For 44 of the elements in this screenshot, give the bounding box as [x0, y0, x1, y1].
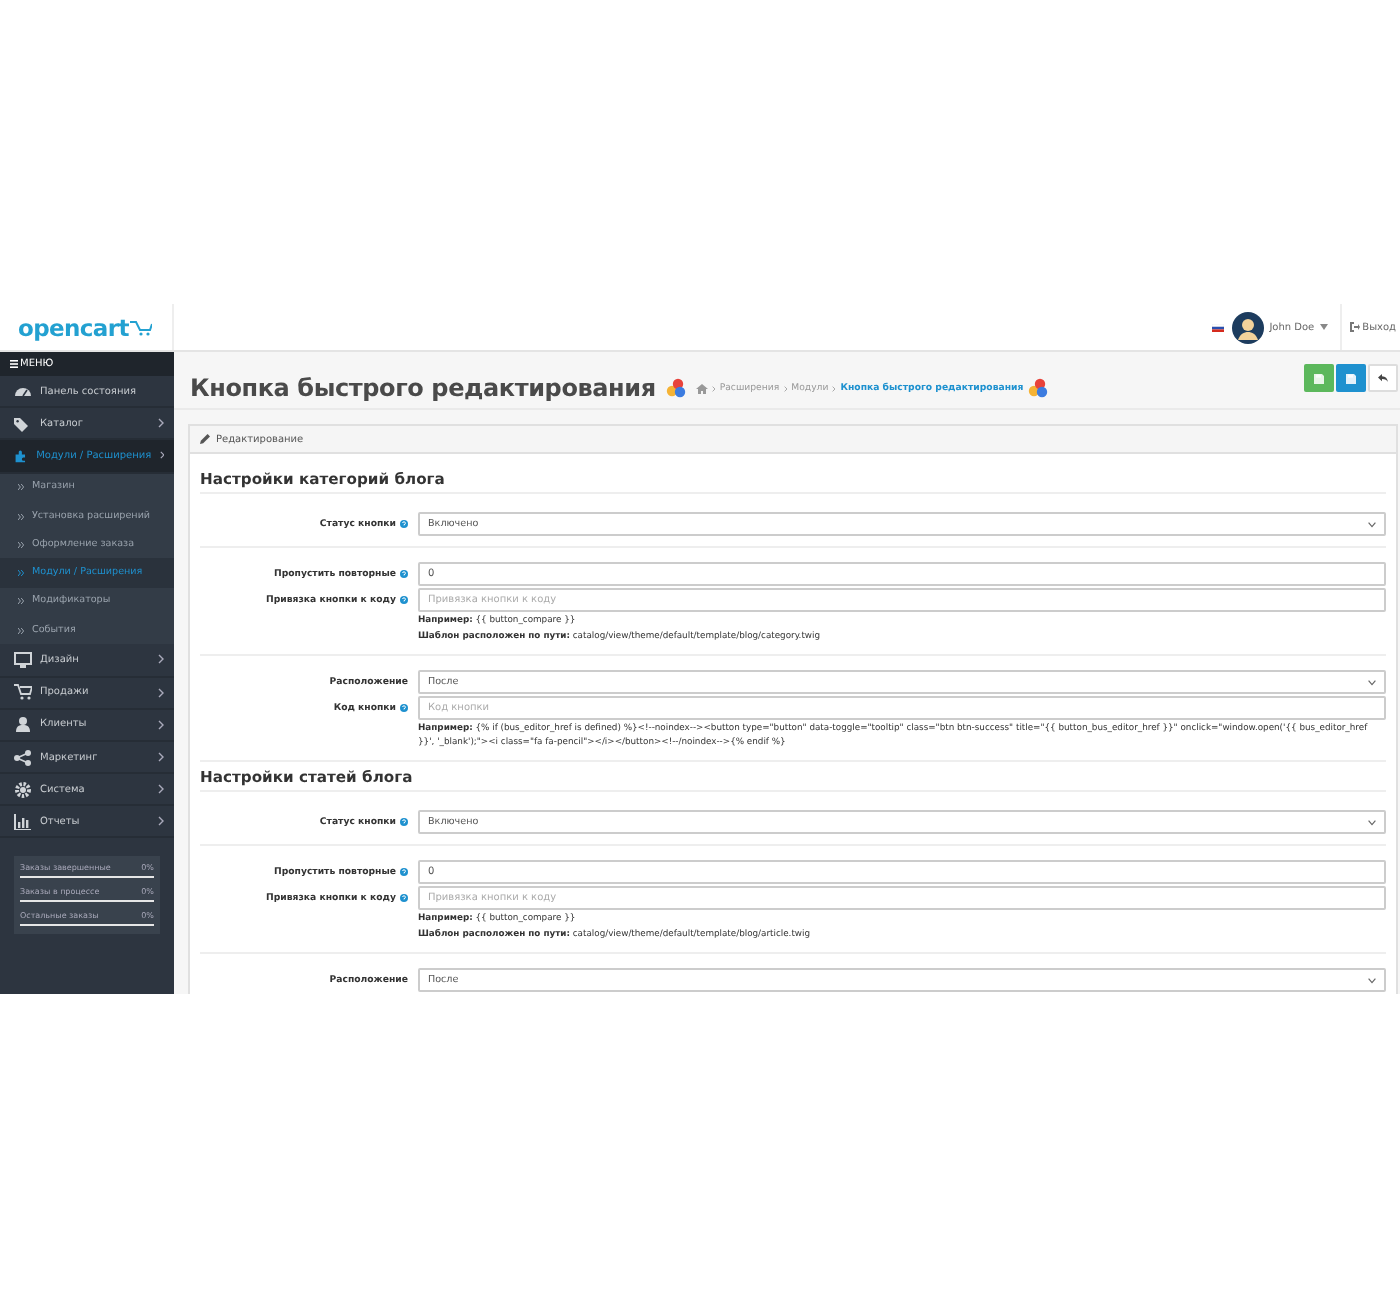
floppy-disk-icon: [1314, 373, 1324, 383]
double-chevron-icon: [18, 541, 24, 548]
chevron-icon: [158, 752, 164, 762]
chevron-icon: [158, 784, 164, 795]
caret-icon: [1368, 977, 1376, 983]
pencil-icon: [200, 434, 210, 444]
puzzle-icon: [14, 447, 29, 464]
monitor-icon: [14, 651, 32, 668]
double-chevron-icon: [18, 513, 24, 519]
caret-icon: [1368, 819, 1376, 825]
save-and-stay-button[interactable]: [1336, 364, 1366, 392]
colored-dots-icon: [665, 378, 686, 398]
colored-dots-icon: [1027, 378, 1048, 398]
reply-icon: [1378, 374, 1388, 382]
dashboard-icon: [14, 383, 32, 400]
back-button[interactable]: [1368, 364, 1398, 392]
chevron-icon: [158, 719, 164, 730]
chevron-icon: [158, 687, 164, 698]
caret-icon: [1320, 324, 1329, 330]
cart-icon: [130, 319, 153, 335]
page-title: Кнопка быстрого редактирования: [190, 374, 656, 402]
bar-chart-icon: [14, 813, 32, 830]
tag-icon: [14, 415, 32, 432]
double-chevron-icon: [18, 627, 24, 634]
avatar-icon: [1231, 311, 1264, 343]
caret-icon: [1368, 521, 1376, 527]
sign-out-icon: [1350, 322, 1361, 332]
share-icon: [14, 749, 32, 765]
double-chevron-icon: [18, 570, 24, 577]
double-chevron-icon: [18, 484, 24, 491]
chevron-icon: [159, 450, 164, 461]
menu-icon: [10, 360, 18, 368]
floppy-disk-icon: [1346, 373, 1356, 383]
chevron-icon: [158, 418, 164, 429]
cart-icon: [14, 684, 32, 701]
chevron-icon: [158, 816, 164, 827]
user-icon: [14, 716, 32, 733]
caret-icon: [1368, 679, 1376, 685]
home-icon: [695, 383, 708, 393]
save-button[interactable]: [1304, 364, 1334, 392]
flag-icon: [1211, 323, 1224, 331]
chevron-icon: [158, 654, 164, 665]
double-chevron-icon: [18, 598, 24, 605]
gear-icon: [14, 781, 32, 798]
